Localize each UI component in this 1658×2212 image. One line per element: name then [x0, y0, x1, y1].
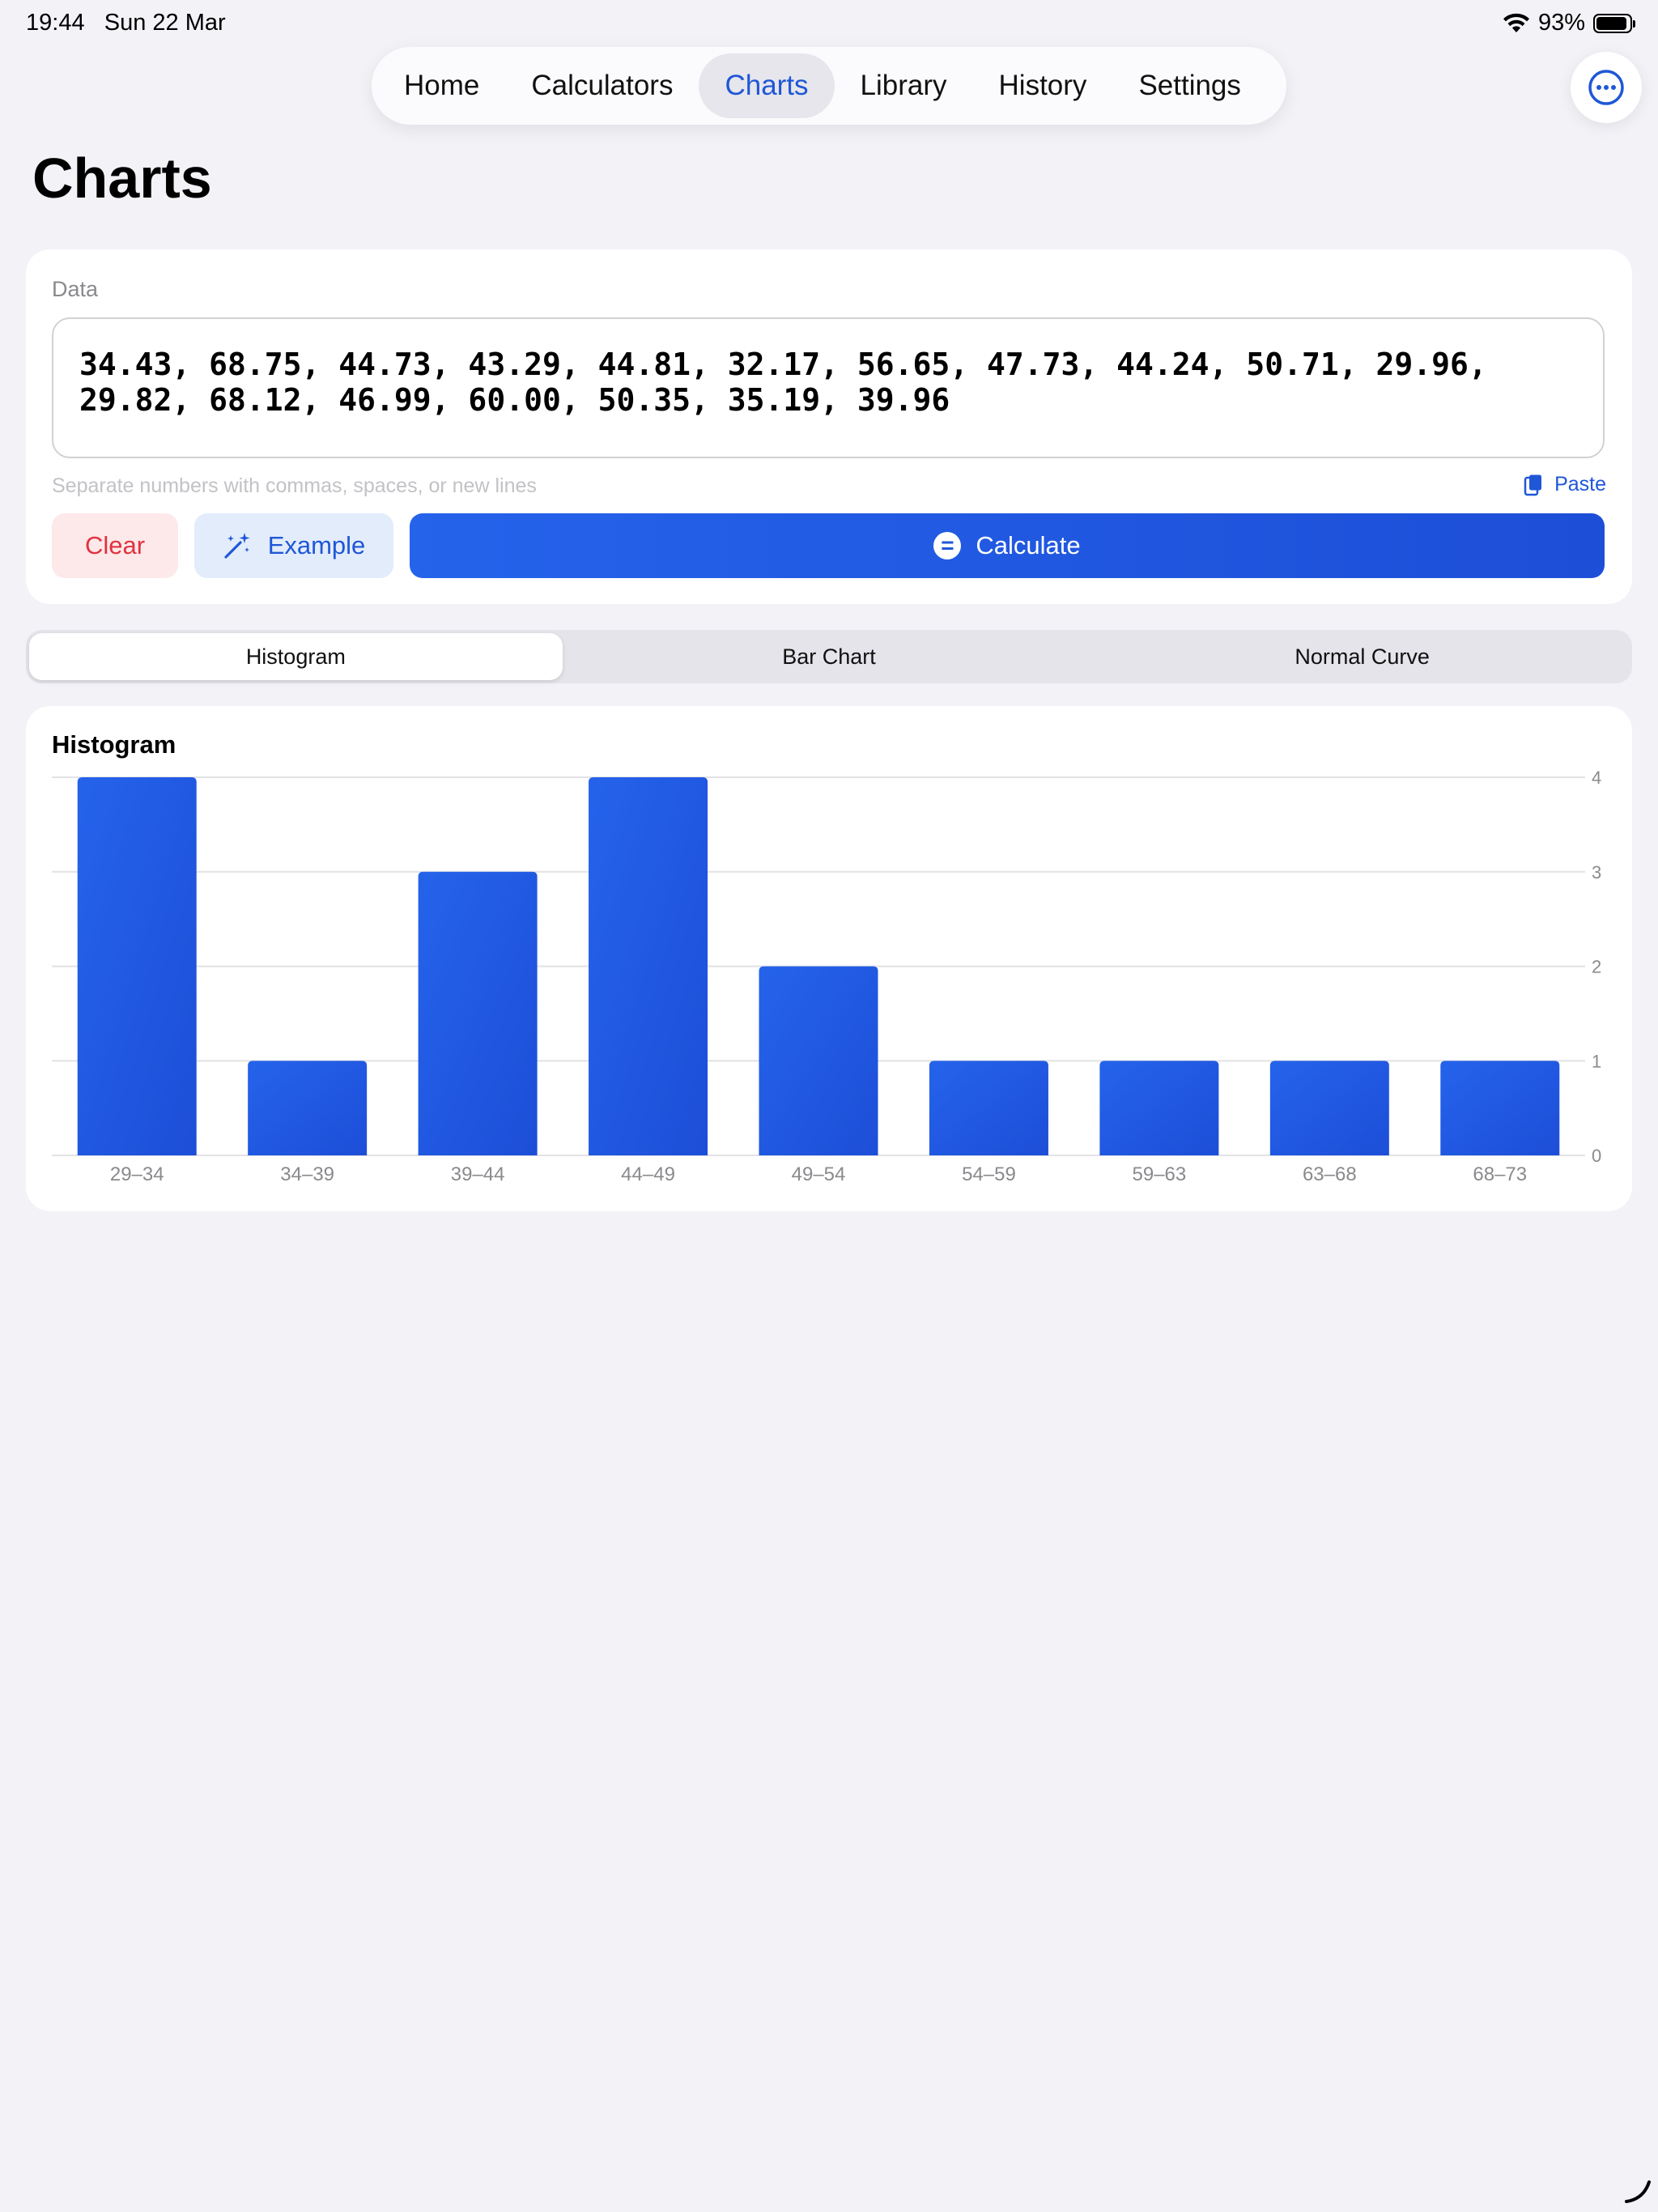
data-input[interactable]: 34.43, 68.75, 44.73, 43.29, 44.81, 32.17…: [52, 317, 1605, 458]
nav-tab-calculators[interactable]: Calculators: [505, 53, 699, 118]
histogram-bar: [77, 777, 197, 1155]
more-button[interactable]: [1571, 52, 1642, 123]
x-tick-label: 68–73: [1473, 1163, 1527, 1185]
y-tick-label: 0: [1592, 1146, 1601, 1166]
histogram-card: Histogram 0 1 2 3 4 29–34 34–39 39–44 44–49 49–54…: [26, 706, 1632, 1211]
segment-normal-curve[interactable]: Normal Curve: [1095, 633, 1629, 680]
clear-button[interactable]: Clear: [52, 513, 178, 578]
paste-label: Paste: [1554, 473, 1606, 496]
page-title: Charts: [32, 147, 212, 210]
segment-histogram[interactable]: Histogram: [29, 633, 563, 680]
calculate-label: Calculate: [976, 531, 1081, 559]
x-tick-label: 34–39: [280, 1163, 334, 1185]
paste-button[interactable]: Paste: [1524, 473, 1606, 496]
x-tick-label: 44–49: [621, 1163, 675, 1185]
status-time: 19:44 Sun 22 Mar: [26, 10, 226, 36]
histogram-bar: [418, 871, 538, 1155]
example-button[interactable]: Example: [194, 513, 393, 578]
status-date: Sun 22 Mar: [104, 10, 226, 36]
x-tick-label: 59–63: [1133, 1163, 1187, 1185]
ellipsis-circle-icon: [1588, 70, 1624, 105]
segment-bar-chart[interactable]: Bar Chart: [563, 633, 1096, 680]
data-label: Data: [52, 277, 99, 301]
x-tick-label: 29–34: [110, 1163, 164, 1185]
x-tick-label: 54–59: [962, 1163, 1016, 1185]
x-tick-label: 49–54: [792, 1163, 846, 1185]
status-clock: 19:44: [26, 10, 85, 36]
histogram-bar: [1440, 1061, 1560, 1155]
clipboard-icon: [1524, 474, 1542, 496]
top-nav: Home Calculators Charts Library History Setti…: [372, 47, 1286, 125]
histogram-chart: 0 1 2 3 4 29–34 34–39 39–44 44–49 49–54 54–59 59–63…: [52, 768, 1601, 1185]
nav-tab-history[interactable]: History: [973, 53, 1113, 118]
data-hint: Separate numbers with commas, spaces, or…: [52, 474, 537, 497]
nav-tab-library[interactable]: Library: [835, 53, 973, 118]
nav-tab-settings[interactable]: Settings: [1112, 53, 1266, 118]
chart-type-segmented-control: Histogram Bar Chart Normal Curve: [26, 630, 1632, 683]
battery-icon: [1593, 13, 1635, 33]
wifi-icon: [1503, 13, 1529, 32]
x-tick-label: 39–44: [451, 1163, 505, 1185]
battery-percent: 93%: [1537, 10, 1585, 36]
histogram-bar: [929, 1061, 1048, 1155]
y-tick-label: 4: [1592, 768, 1601, 788]
calculate-button[interactable]: = Calculate: [410, 513, 1605, 578]
battery-level: [1596, 16, 1627, 30]
histogram-bar: [1269, 1061, 1389, 1155]
magic-wand-icon: [224, 533, 250, 559]
status-indicators: 93%: [1503, 10, 1635, 36]
x-tick-label: 63–68: [1303, 1163, 1357, 1185]
equals-circle-icon: =: [933, 532, 962, 559]
example-label: Example: [267, 531, 366, 559]
data-card: Data 34.43, 68.75, 44.73, 43.29, 44.81, …: [26, 249, 1632, 604]
y-tick-label: 2: [1592, 957, 1601, 977]
histogram-bar: [248, 1061, 368, 1155]
nav-tab-home[interactable]: Home: [378, 53, 505, 118]
histogram-bar: [589, 777, 708, 1155]
y-tick-label: 3: [1592, 862, 1601, 883]
histogram-bar: [759, 966, 878, 1155]
nav-tab-charts[interactable]: Charts: [699, 53, 835, 118]
histogram-bar: [1099, 1061, 1219, 1155]
y-tick-label: 1: [1592, 1051, 1601, 1071]
home-indicator-icon: [1625, 2180, 1651, 2203]
